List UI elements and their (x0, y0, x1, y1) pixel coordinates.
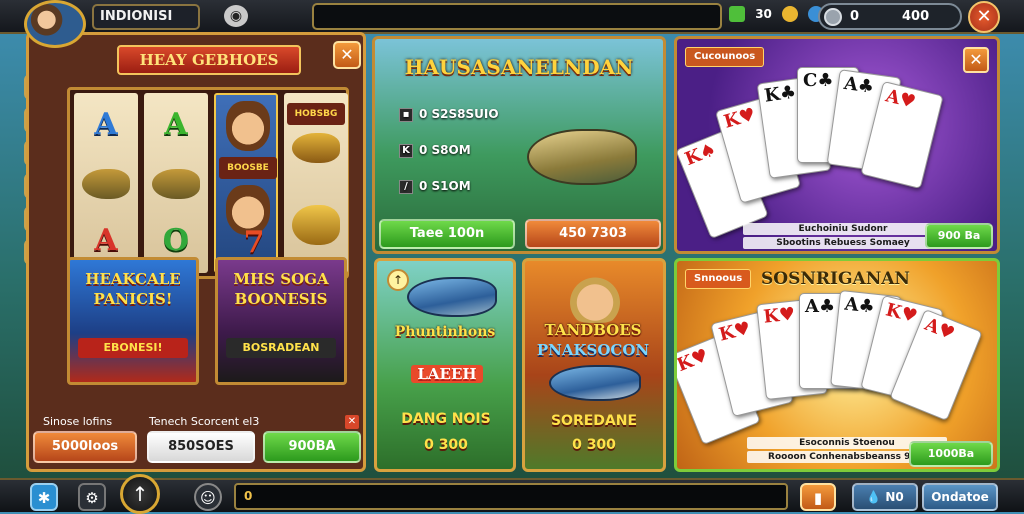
tile-luck-title-2: PNAKSOCON (536, 341, 650, 359)
gold-symbol (292, 205, 340, 245)
slot-bet-mid-button[interactable]: 850SOES (147, 431, 255, 463)
reel-label: BOOSBE (219, 157, 277, 179)
tile-fish-title: Phuntinhons (394, 324, 496, 340)
promo-right-line1: MHS SOGA (233, 270, 329, 288)
fish-symbol (152, 169, 200, 199)
fish-illustration (549, 365, 641, 401)
fish-illustration (527, 129, 637, 185)
card-bottom-tab[interactable]: Snnoous (685, 269, 752, 289)
puzzle-icon[interactable]: ✱ (30, 483, 58, 511)
coins-right-value: 400 (902, 9, 930, 24)
card-bottom-title: SOSNRIGANAN (761, 269, 910, 289)
card-bottom-play-button[interactable]: 1000Ba (909, 441, 993, 467)
gear-icon[interactable]: ⚙ (78, 483, 106, 511)
explorer-symbol (226, 101, 270, 151)
reel-3: BOOSBE 7 (214, 93, 278, 273)
player-avatar[interactable] (24, 0, 86, 48)
promo-tile-right[interactable]: MHS SOGA BOONESIS BOSRADEAN (215, 257, 347, 385)
treasure-symbol (292, 133, 340, 163)
card-top-close-icon[interactable]: ✕ (963, 47, 989, 73)
tile-luck-name: SOREDANE (550, 413, 638, 429)
network-button[interactable]: 💧 N0 (852, 483, 918, 511)
promo-left-line2: PANICIS! (93, 290, 173, 308)
tile-fish-sub: LAEEH (411, 365, 483, 383)
card-game-panel-top[interactable]: Cucounoos ✕ K♠ K♥ K♣ C♣ A♣ A♥ Euchoiniu … (674, 36, 1000, 254)
bottom-search-field[interactable]: 0 (234, 483, 788, 510)
reel-1: A A (74, 93, 138, 273)
top-search-field[interactable] (312, 3, 722, 30)
slot-bet-left-button[interactable]: 5000loos (33, 431, 137, 463)
tile-fish-name: DANG NOIS (401, 411, 491, 427)
coins-left-value: 0 (850, 9, 860, 24)
tile-luck-value: 0 300 (572, 437, 616, 453)
reel-4: HOBSBG (284, 93, 348, 273)
promo-left-line1: HEAKCALE (85, 270, 181, 288)
slot-title: HEAY GEBHOES (117, 45, 301, 75)
card-top-caption: Euchoiniu Sudonr (743, 223, 943, 235)
card-top-tab[interactable]: Cucounoos (685, 47, 765, 67)
fisherman-illustration (565, 269, 625, 323)
card-game-panel-bottom[interactable]: Snnoous SOSNRIGANAN K♥ K♥ K♥ A♣ A♣ K♥ A♥… (674, 258, 1000, 472)
silver-coin-icon (824, 8, 842, 26)
reel-2: A O (144, 93, 208, 273)
checkbox-icon[interactable]: / (399, 179, 413, 194)
symbol-a: A (164, 107, 188, 142)
promo-right-sub: BOSRADEAN (226, 338, 336, 358)
promo-left-sub: EBONESI! (78, 338, 188, 358)
slot-reels: A A A O BOOSBE 7 HOBSBG (67, 87, 349, 279)
close-icon[interactable]: ✕ (968, 1, 1000, 33)
promo-right-line2: BOONESIS (234, 290, 328, 308)
bottom-bar: ✱ ⚙ ↑ ☺ 0 ▮ 💧 N0 Ondatoe (0, 474, 1024, 514)
coin-balance[interactable]: 0 400 (818, 3, 962, 30)
eye-icon[interactable]: ◉ (224, 5, 248, 27)
fishing-play-button[interactable]: Taee 100n (379, 219, 515, 249)
slot-close-icon[interactable]: ✕ (333, 41, 361, 69)
fishing-game-panel[interactable]: HAUSASANELNDAN ▪ 0 S2S8SUIO K0 S8OM /0 S1… (372, 36, 666, 254)
tile-luck-title-1: TANDBOES (544, 321, 642, 339)
support-icon[interactable]: ☺ (194, 483, 222, 511)
checkbox-icon[interactable]: K (399, 143, 413, 158)
coin-icon (782, 6, 799, 22)
top-bar: INDIONISI ◉ 30 0 400 ✕ (0, 0, 1024, 48)
fishing-title: HAUSASANELNDAN (404, 55, 634, 79)
slot-label-close-icon[interactable]: ✕ (345, 415, 359, 429)
tile-fish-value: 0 300 (424, 437, 468, 453)
currency-group: 30 (726, 6, 827, 28)
fishing-row[interactable]: ▪ 0 S2S8SUIO (399, 107, 499, 129)
water-drop-icon: 💧 (866, 490, 882, 504)
leaf-icon (729, 6, 745, 22)
card-top-play-button[interactable]: 900 Ba (925, 223, 993, 249)
update-button[interactable]: Ondatoe (922, 483, 998, 511)
slot-spin-button[interactable]: 900BA (263, 431, 361, 463)
tuna-illustration (407, 277, 497, 317)
lever-icon[interactable]: ↑ (120, 474, 160, 514)
gems-value: 30 (755, 7, 772, 21)
symbol-a: A (94, 107, 118, 142)
frog-symbol (82, 169, 130, 199)
slot-game-panel[interactable]: HEAY GEBHOES ✕ A A A O BOOSBE 7 HOBSBG H… (26, 32, 366, 472)
slot-label-left: Sinose lofins (43, 415, 113, 428)
card-top-caption-2: Sbootins Rebuess Somaey (743, 237, 943, 249)
info-icon[interactable]: ↑ (387, 269, 409, 291)
checkbox-icon[interactable]: ▪ (399, 107, 413, 122)
promo-tile-left[interactable]: HEAKCALE PANICIS! EBONESI! (67, 257, 199, 385)
fishing-row[interactable]: /0 S1OM (399, 179, 471, 201)
pause-icon[interactable]: ▮ (800, 483, 836, 511)
fishing-row[interactable]: K0 S8OM (399, 143, 471, 165)
fish-game-tile[interactable]: ↑ Phuntinhons LAEEH DANG NOIS 0 300 (374, 258, 516, 472)
fisherman-game-tile[interactable]: TANDBOES PNAKSOCON SOREDANE 0 300 (522, 258, 666, 472)
reel-label: HOBSBG (287, 103, 345, 125)
slot-label-mid: Tenech Scorcent el3 (149, 415, 260, 428)
player-name: INDIONISI (92, 4, 200, 30)
fishing-bet-button[interactable]: 450 7303 (525, 219, 661, 249)
